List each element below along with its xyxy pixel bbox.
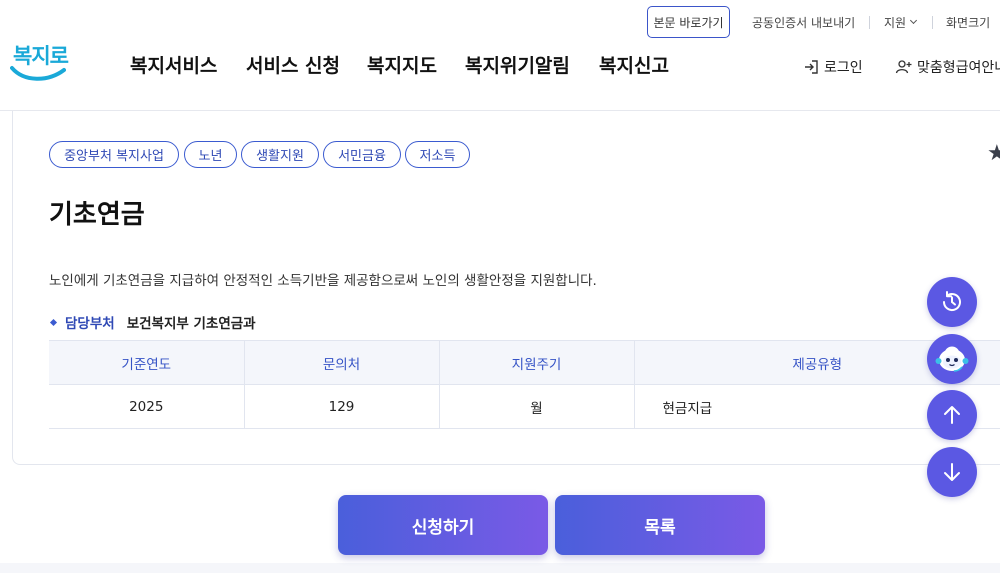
table-cell: 129 [244, 384, 440, 429]
tag-financial[interactable]: 서민금융 [323, 141, 401, 168]
department-value: 보건복지부 기초연금과 [126, 316, 256, 332]
logo-swoosh-icon [10, 66, 66, 81]
custom-guide-label: 맞춤형급여안내 [917, 60, 1000, 76]
department-info: 담당부처 보건복지부 기초연금과 [49, 312, 256, 332]
service-description: 노인에게 기초연금을 지급하여 안정적인 소득기반을 제공함으로써 노인의 생활… [49, 273, 597, 289]
page-title: 기초연금 [49, 200, 145, 230]
bullet-icon [49, 318, 58, 326]
login-link[interactable]: 로그인 [803, 56, 863, 78]
scroll-top-button[interactable] [927, 390, 977, 440]
table-row: 2025 129 월 현금지급 [49, 384, 1000, 429]
user-plus-icon [895, 59, 912, 75]
nav-welfare-report[interactable]: 복지신고 [599, 50, 669, 78]
scroll-bottom-button[interactable] [927, 447, 977, 497]
skip-to-content-link[interactable]: 본문 바로가기 [647, 6, 730, 38]
cert-export-link[interactable]: 공동인증서 내보내기 [752, 6, 855, 38]
nav-welfare-services[interactable]: 복지서비스 [130, 50, 217, 78]
arrow-up-icon [944, 406, 960, 424]
department-label: 담당부처 [65, 316, 115, 332]
column-header: 기준연도 [49, 340, 245, 385]
login-label: 로그인 [824, 60, 863, 76]
list-button[interactable]: 목록 [555, 495, 765, 555]
tag-senior[interactable]: 노년 [184, 141, 237, 168]
support-label: 지원 [884, 15, 907, 30]
arrow-down-icon [944, 463, 960, 481]
nav-welfare-map[interactable]: 복지지도 [367, 50, 437, 78]
site-logo[interactable]: 복지로 [10, 38, 69, 88]
chatbot-button[interactable] [927, 334, 977, 384]
recent-history-button[interactable] [927, 277, 977, 327]
apply-button[interactable]: 신청하기 [338, 495, 548, 555]
login-icon [803, 59, 819, 75]
chevron-down-icon [910, 16, 918, 25]
table-cell: 2025 [49, 384, 245, 429]
tag-living-support[interactable]: 생활지원 [241, 141, 319, 168]
table-cell: 월 [439, 384, 635, 429]
divider [932, 16, 933, 29]
custom-guide-link[interactable]: 맞춤형급여안내 [895, 56, 1000, 78]
history-icon [942, 291, 961, 311]
support-menu[interactable]: 지원 [884, 6, 918, 38]
divider [869, 16, 870, 29]
utility-bar: 본문 바로가기 공동인증서 내보내기 지원 화면크기 [0, 6, 1000, 38]
nav-service-application[interactable]: 서비스 신청 [246, 50, 340, 78]
tag-low-income[interactable]: 저소득 [405, 141, 470, 168]
tag-central-ministry[interactable]: 중앙부처 복지사업 [49, 141, 179, 168]
column-header: 지원주기 [439, 340, 635, 385]
screen-size-control[interactable]: 화면크기 [946, 6, 990, 38]
service-info-table: 기준연도 문의처 지원주기 제공유형 2025 129 월 현금지급 [49, 340, 1000, 429]
nav-crisis-alert[interactable]: 복지위기알림 [465, 50, 570, 78]
footer-edge [0, 563, 1000, 573]
chatbot-icon [935, 346, 969, 372]
table-header-row: 기준연도 문의처 지원주기 제공유형 [49, 340, 1000, 385]
star-icon[interactable]: ★ [987, 141, 1000, 166]
column-header: 문의처 [244, 340, 440, 385]
